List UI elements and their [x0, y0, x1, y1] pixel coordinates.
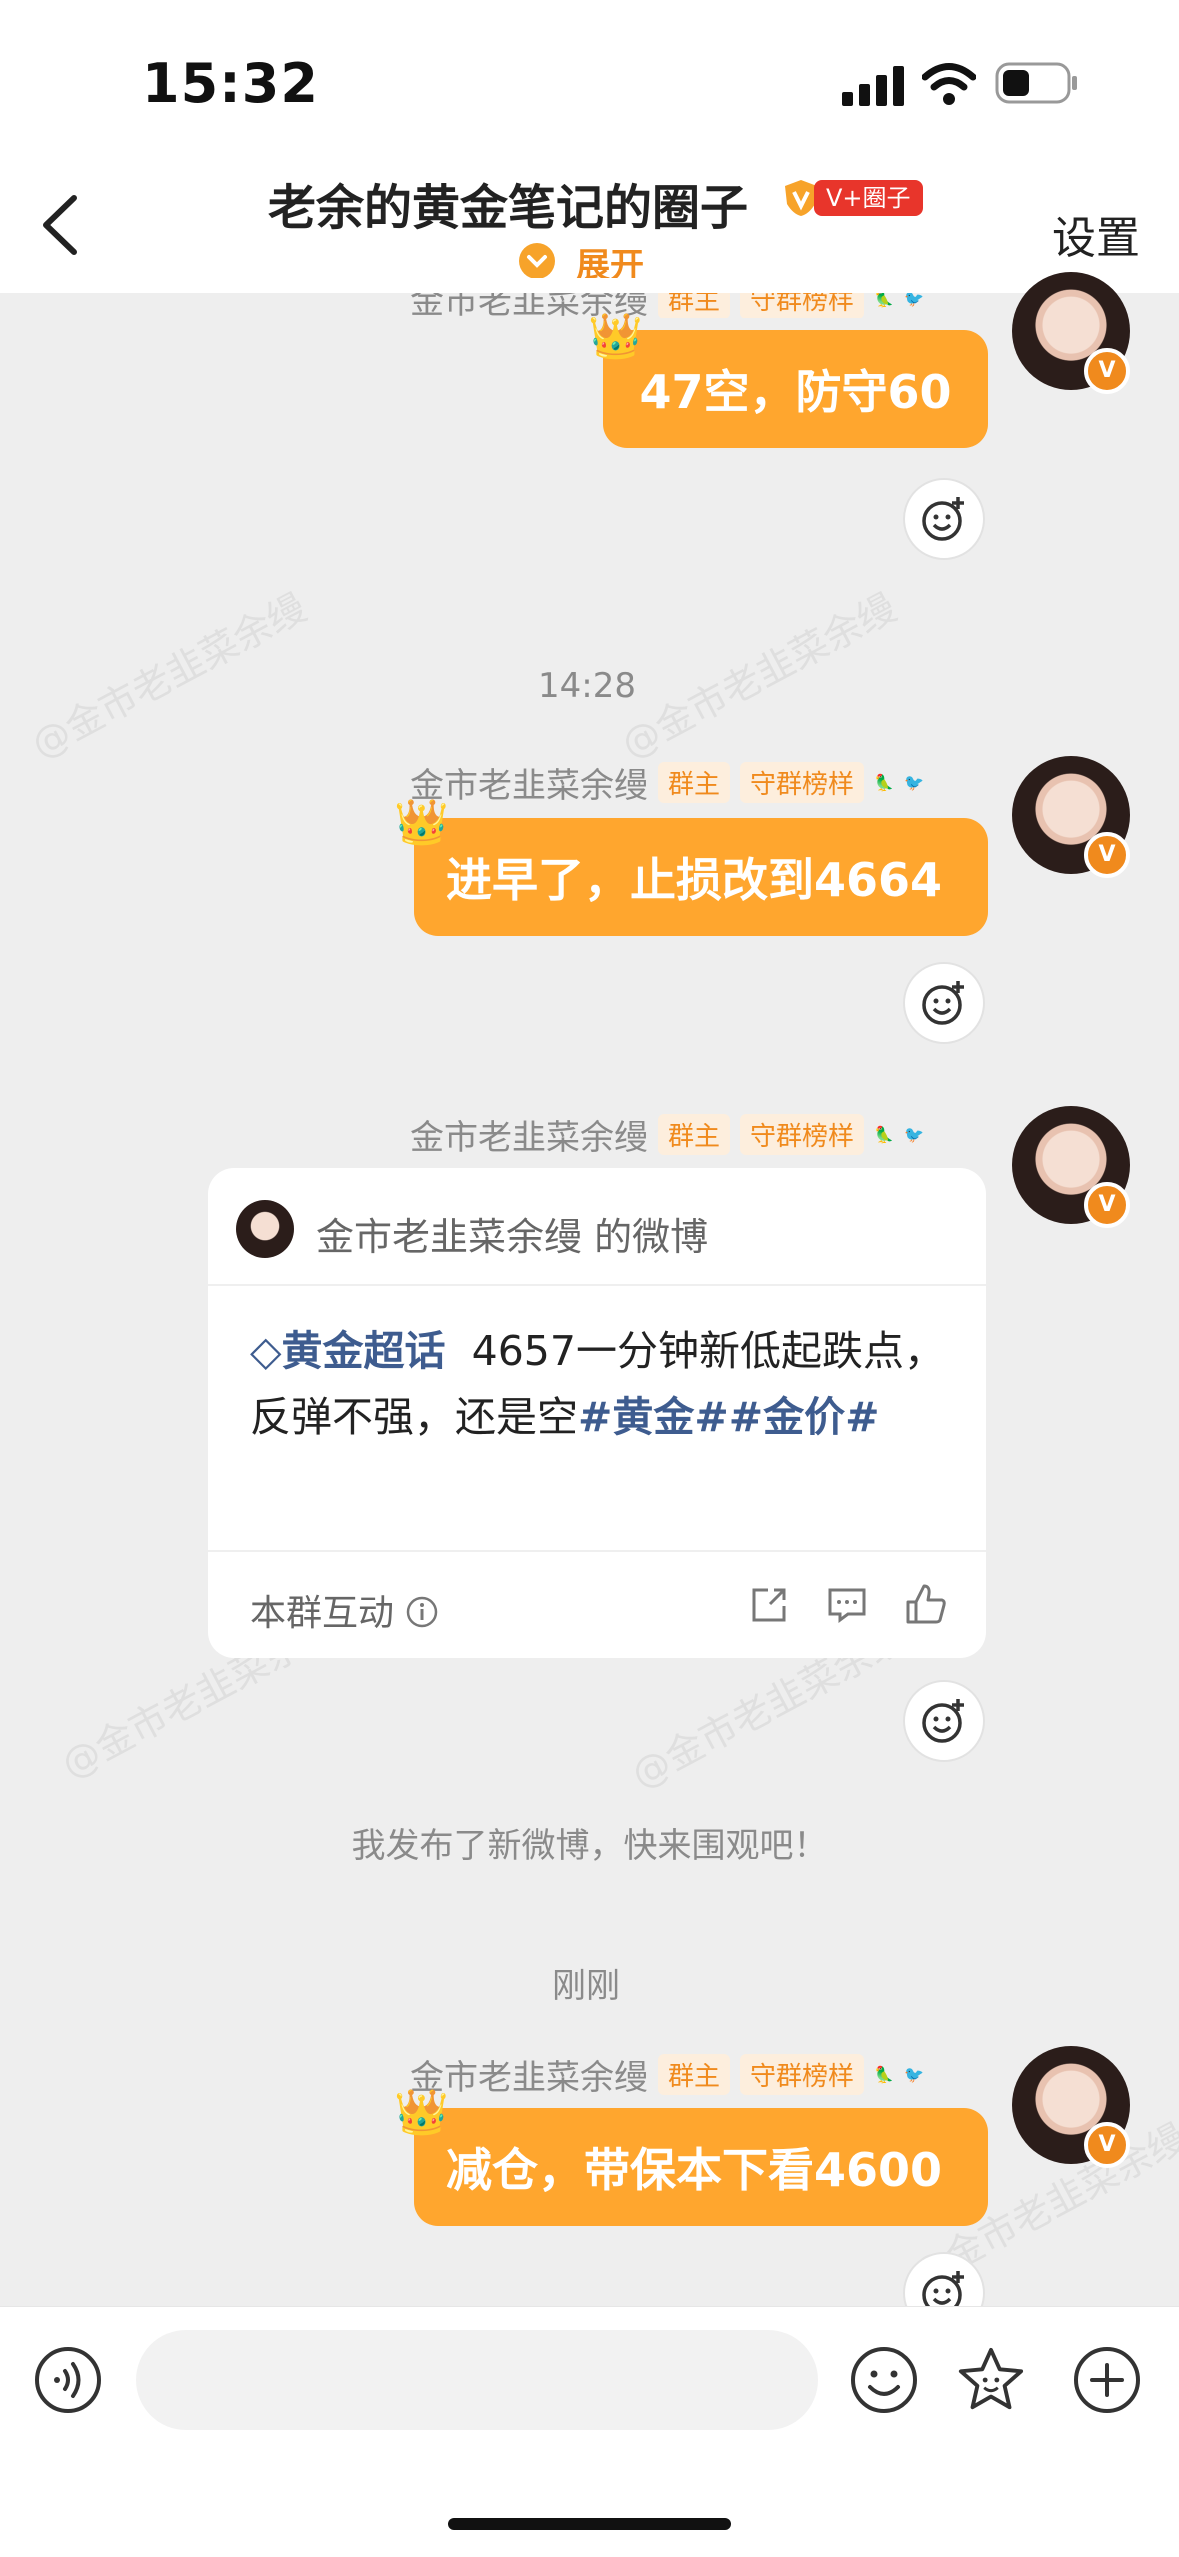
emoji-button[interactable]	[849, 2345, 919, 2415]
back-icon[interactable]	[28, 190, 98, 260]
battery-icon	[995, 62, 1077, 104]
like-icon[interactable]	[904, 1582, 948, 1626]
voice-icon	[35, 2347, 101, 2413]
hashtag-link[interactable]: #金价#	[729, 1393, 880, 1441]
parrot-icon: 🦜	[874, 773, 894, 792]
verified-v-icon: V	[1084, 348, 1130, 394]
watermark: @金市老韭菜余缦	[614, 585, 904, 767]
add-reaction-icon	[922, 1699, 964, 1743]
home-indicator	[448, 2518, 731, 2530]
sticker-icon	[958, 2347, 1024, 2410]
message-bubble[interactable]: 进早了，止损改到4664	[414, 818, 988, 936]
crown-icon: 👑	[588, 311, 643, 362]
timestamp: 刚刚	[552, 1966, 620, 2006]
sticker-button[interactable]	[956, 2345, 1026, 2415]
status-time: 15:32	[142, 52, 319, 115]
chevron-down-icon[interactable]	[519, 243, 555, 279]
message-sender-row: 金市老韭菜余缦 群主 守群榜样 🦜 🐦	[410, 758, 924, 807]
info-icon[interactable]	[405, 1595, 439, 1629]
voice-button[interactable]	[33, 2345, 103, 2415]
owner-badge: 群主	[658, 2054, 731, 2095]
card-body[interactable]: ◇黄金超话 4657一分钟新低起跌点，反弹不强，还是空#黄金##金价#	[250, 1318, 950, 1450]
sender-name[interactable]: 金市老韭菜余缦	[410, 1110, 648, 1159]
add-reaction-icon	[922, 497, 964, 541]
share-icon[interactable]	[748, 1584, 790, 1626]
card-author-avatar	[236, 1200, 294, 1258]
supertopic-icon: ◇	[250, 1327, 282, 1375]
comment-icon[interactable]	[826, 1584, 868, 1626]
verified-v-icon: V	[1084, 2122, 1130, 2168]
message-input[interactable]	[136, 2330, 818, 2430]
crown-icon: 👑	[394, 797, 449, 848]
parrot-icon: 🦜	[874, 2065, 894, 2084]
group-interaction-label: 本群互动	[250, 1584, 439, 1636]
bird-icon: 🐦	[903, 2065, 924, 2084]
message-sender-row: 金市老韭菜余缦 群主 守群榜样 🦜 🐦	[410, 2050, 924, 2099]
wifi-icon	[922, 63, 976, 105]
signal-icon	[842, 66, 904, 106]
supertopic-link[interactable]: 黄金超话	[282, 1327, 446, 1375]
verified-v-icon: V	[1084, 1182, 1130, 1228]
emoji-icon	[851, 2347, 917, 2413]
add-reaction-button[interactable]	[903, 1680, 985, 1762]
parrot-icon: 🦜	[874, 1125, 894, 1144]
crown-icon: 👑	[394, 2087, 449, 2138]
page-title: 老余的黄金笔记的圈子	[268, 180, 749, 236]
card-author-line: 金市老韭菜余缦 的微博	[316, 1215, 709, 1259]
message-bubble[interactable]: 47空，防守60	[603, 330, 988, 448]
group-interaction-text: 本群互动	[250, 1593, 395, 1634]
system-notice: 我发布了新微博，快来围观吧！	[351, 1826, 828, 1866]
plus-icon	[1074, 2347, 1140, 2413]
more-button[interactable]	[1072, 2345, 1142, 2415]
guard-badge: 守群榜样	[740, 2054, 865, 2095]
timestamp: 14:28	[538, 666, 636, 706]
message-bubble[interactable]: 减仓，带保本下看4600	[414, 2108, 988, 2226]
add-reaction-icon	[922, 981, 964, 1025]
vplus-circle-badge: V+圈子	[814, 180, 923, 216]
guard-badge: 守群榜样	[740, 762, 865, 803]
add-reaction-button[interactable]	[903, 962, 985, 1044]
header-divider	[0, 278, 1179, 293]
verified-v-icon: V	[1084, 832, 1130, 878]
owner-badge: 群主	[658, 762, 731, 803]
add-reaction-button[interactable]	[903, 478, 985, 560]
bird-icon: 🐦	[903, 773, 924, 792]
watermark: @金市老韭菜余缦	[24, 585, 314, 767]
hashtag-link[interactable]: #黄金#	[578, 1393, 729, 1441]
owner-badge: 群主	[658, 1114, 731, 1155]
guard-badge: 守群榜样	[740, 1114, 865, 1155]
settings-button[interactable]: 设置	[1052, 202, 1140, 266]
message-sender-row: 金市老韭菜余缦 群主 守群榜样 🦜 🐦	[410, 1110, 924, 1159]
bird-icon: 🐦	[903, 1125, 924, 1144]
